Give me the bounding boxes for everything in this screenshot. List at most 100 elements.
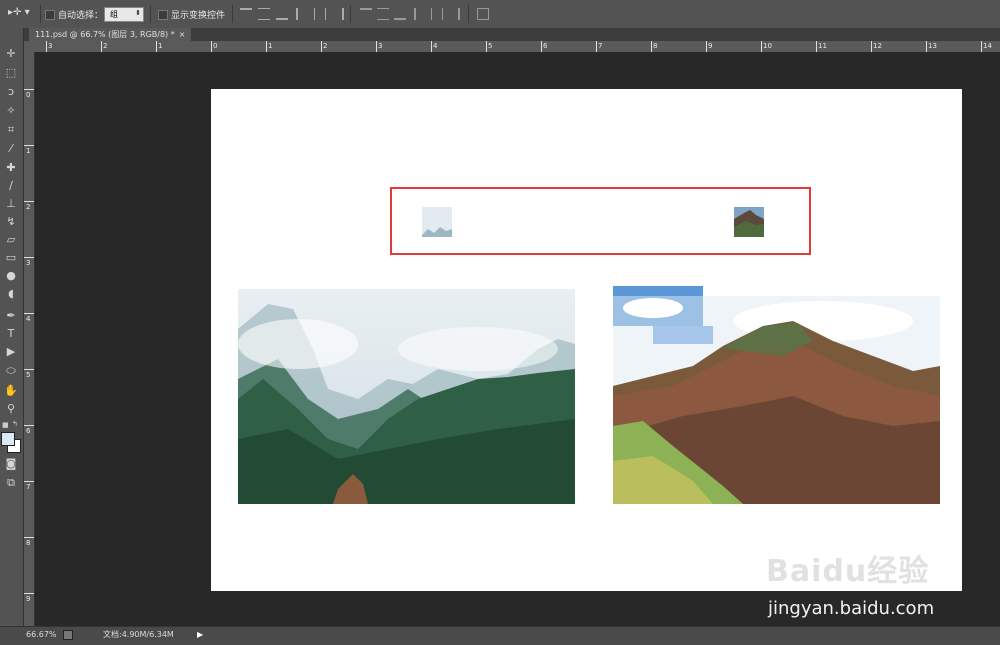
ruler-label: 5 [26, 371, 31, 379]
show-transform-label: 显示变换控件 [171, 11, 226, 21]
red-mountain-photo[interactable] [613, 286, 940, 504]
ruler-tick [706, 41, 707, 52]
align-hcenter-icon[interactable] [314, 8, 326, 20]
ruler-tick [321, 41, 322, 52]
align-vcenter-icon[interactable] [258, 8, 270, 20]
quick-mask-icon[interactable]: ◙ [2, 456, 20, 472]
distribute-hcenter-icon[interactable] [431, 8, 443, 20]
document-canvas[interactable] [211, 89, 962, 591]
divider [150, 5, 151, 23]
magic-wand-tool-icon[interactable]: ✧ [2, 103, 20, 119]
foreground-color-swatch[interactable] [1, 432, 15, 446]
divider [232, 5, 233, 23]
history-brush-tool-icon[interactable]: ↯ [2, 214, 20, 230]
misty-mountain-photo[interactable] [238, 289, 575, 504]
clone-stamp-tool-icon[interactable]: ⊥ [2, 196, 20, 212]
distribute-left-icon[interactable] [414, 8, 426, 20]
ruler-label: 3 [48, 42, 53, 50]
zoom-tool-icon[interactable]: ⚲ [2, 401, 20, 417]
vertical-ruler[interactable]: 0 1 2 3 4 5 6 7 8 9 [24, 52, 35, 626]
ruler-tick [24, 145, 34, 146]
ruler-tick [541, 41, 542, 52]
options-bar: ▸✛ ▾ 自动选择： 组 ⬍ 显示变换控件 [0, 0, 1000, 29]
document-tab[interactable]: 111.psd @ 66.7% (图层 3, RGB/8) * × [29, 28, 192, 41]
eyedropper-tool-icon[interactable]: ⁄ [2, 141, 20, 157]
ruler-tick [24, 89, 34, 90]
move-tool-preset-icon[interactable]: ▸✛ ▾ [8, 7, 36, 21]
divider [350, 5, 351, 23]
ruler-label: 2 [26, 203, 31, 211]
distribute-right-icon[interactable] [448, 8, 460, 20]
ruler-tick [981, 41, 982, 52]
distribute-vcenter-icon[interactable] [377, 8, 389, 20]
red-mountain-thumbnail[interactable] [734, 207, 764, 237]
tools-panel: ✛ ⬚ ↄ ✧ ⌗ ⁄ ✚ ∕ ⊥ ↯ ▱ ▭ ● ◖ ✒ T ▶ ⬭ ✋ ⚲ … [0, 28, 24, 628]
auto-align-icon[interactable] [477, 8, 489, 20]
zoom-level[interactable]: 66.67% [26, 627, 57, 643]
auto-select-checkbox[interactable] [45, 10, 55, 20]
ruler-label: 8 [653, 42, 658, 50]
document-tab-bar: 111.psd @ 66.7% (图层 3, RGB/8) * × [24, 28, 1000, 41]
gradient-tool-icon[interactable]: ▭ [2, 250, 20, 266]
hand-tool-icon[interactable]: ✋ [2, 383, 20, 399]
divider [40, 5, 41, 23]
dodge-tool-icon[interactable]: ◖ [2, 286, 20, 302]
path-selection-tool-icon[interactable]: ▶ [2, 344, 20, 360]
align-bottom-icon[interactable] [276, 8, 288, 20]
ruler-tick [24, 201, 34, 202]
ruler-tick [211, 41, 212, 52]
ruler-label: 2 [323, 42, 328, 50]
distribute-bottom-icon[interactable] [394, 8, 406, 20]
ruler-tick [24, 593, 34, 594]
ruler-tick [46, 41, 47, 52]
healing-brush-tool-icon[interactable]: ✚ [2, 160, 20, 176]
auto-select-dropdown[interactable]: 组 ⬍ [104, 7, 144, 22]
ruler-label: 3 [378, 42, 383, 50]
blur-tool-icon[interactable]: ● [2, 268, 20, 284]
move-tool-icon[interactable]: ✛ [2, 46, 20, 62]
ruler-label: 7 [598, 42, 603, 50]
distribute-top-icon[interactable] [360, 8, 372, 20]
status-info-icon[interactable] [63, 630, 73, 640]
ellipse-tool-icon[interactable]: ⬭ [2, 363, 20, 379]
ruler-tick [24, 481, 34, 482]
brush-tool-icon[interactable]: ∕ [2, 178, 20, 194]
ruler-tick [596, 41, 597, 52]
red-mountain-image [613, 286, 940, 504]
misty-mountain-image [238, 289, 575, 504]
status-menu-arrow-icon[interactable]: ▶ [197, 627, 203, 643]
ruler-tick [24, 257, 34, 258]
ruler-tick [24, 425, 34, 426]
ruler-label: 13 [928, 42, 937, 50]
align-left-icon[interactable] [296, 8, 308, 20]
baidu-jingyan-watermark-url: jingyan.baidu.com [768, 598, 935, 619]
crop-tool-icon[interactable]: ⌗ [2, 122, 20, 138]
ruler-label: 9 [26, 595, 31, 603]
document-size: 文档:4.90M/6.34M [103, 630, 174, 639]
ruler-tick [156, 41, 157, 52]
lasso-tool-icon[interactable]: ↄ [2, 84, 20, 100]
ruler-tick [761, 41, 762, 52]
ruler-label: 2 [103, 42, 108, 50]
divider [468, 5, 469, 23]
align-top-icon[interactable] [240, 8, 252, 20]
screen-mode-icon[interactable]: ⧉ [2, 475, 20, 491]
ruler-label: 14 [983, 42, 992, 50]
ruler-tick [101, 41, 102, 52]
ruler-tick [871, 41, 872, 52]
ruler-label: 6 [26, 427, 31, 435]
marquee-tool-icon[interactable]: ⬚ [2, 65, 20, 81]
show-transform-checkbox[interactable] [158, 10, 168, 20]
status-bar: 66.67% 文档:4.90M/6.34M ▶ [0, 626, 1000, 645]
misty-mountain-thumbnail[interactable] [422, 207, 452, 237]
ruler-label: 7 [26, 483, 31, 491]
swap-colors-icon[interactable]: ↰ [12, 420, 20, 428]
ruler-label: 12 [873, 42, 882, 50]
ruler-tick [24, 313, 34, 314]
type-tool-icon[interactable]: T [2, 326, 20, 342]
close-icon[interactable]: × [179, 30, 186, 39]
default-colors-icon[interactable]: ■ [2, 421, 10, 429]
pen-tool-icon[interactable]: ✒ [2, 308, 20, 324]
eraser-tool-icon[interactable]: ▱ [2, 232, 20, 248]
align-right-icon[interactable] [332, 8, 344, 20]
